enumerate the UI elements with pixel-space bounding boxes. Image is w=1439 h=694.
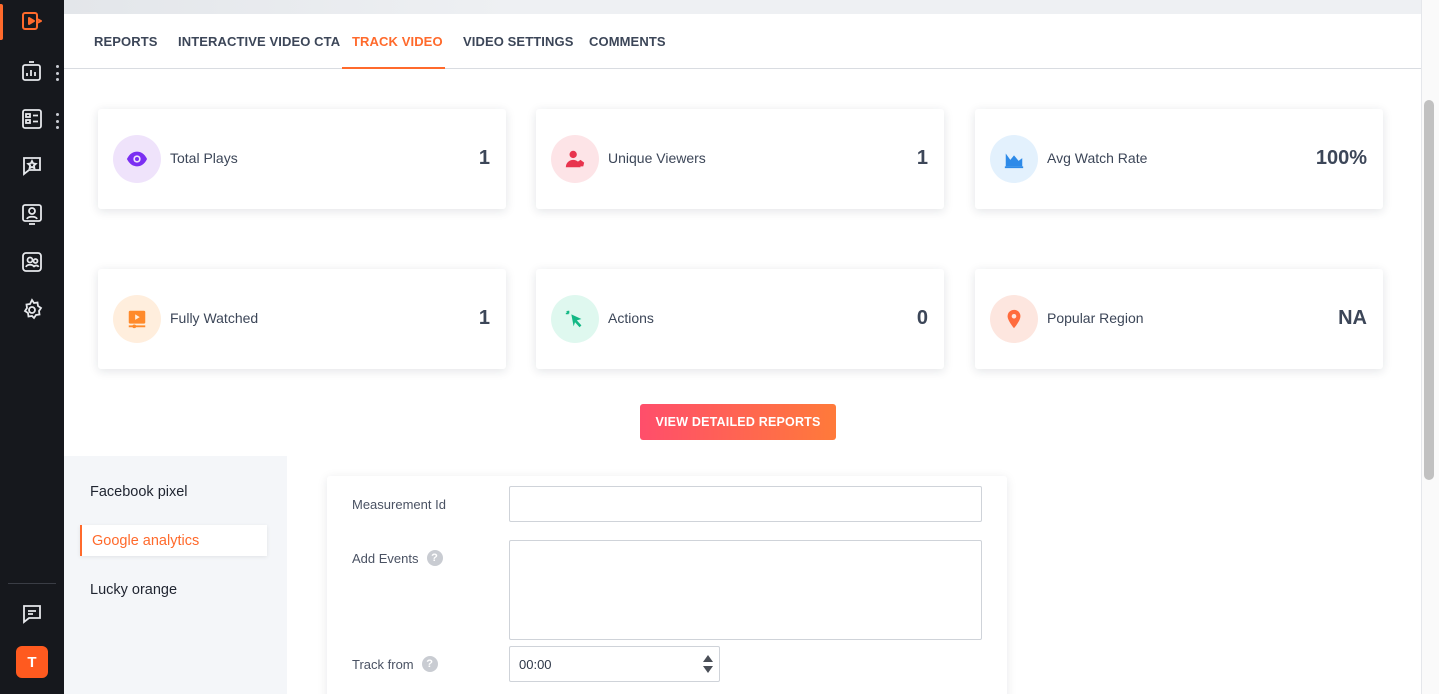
team-icon[interactable] [18,248,46,276]
eye-icon [113,135,161,183]
stat-value: 100% [1315,147,1367,169]
active-nav-indicator [0,4,3,40]
stat-value: 1 [478,307,490,329]
tab-bar: REPORTS INTERACTIVE VIDEO CTA TRACK VIDE… [64,14,1421,69]
integration-lucky-orange[interactable]: Lucky orange [90,582,177,598]
presenter-icon[interactable] [18,200,46,228]
track-from-value[interactable]: 00:00 [519,657,552,672]
integration-facebook-pixel[interactable]: Facebook pixel [90,484,188,500]
page-scrollbar-thumb[interactable] [1424,100,1434,480]
add-events-label: Add Events ? [352,550,443,566]
decrement-arrow-icon[interactable] [703,666,713,673]
cursor-click-icon [551,295,599,343]
user-avatar[interactable]: T [16,646,48,678]
stat-card-fully-watched: Fully Watched 1 [98,269,506,369]
video-play-icon [113,295,161,343]
stat-value: 1 [916,147,928,169]
view-detailed-reports-button[interactable]: VIEW DETAILED REPORTS [640,404,836,440]
area-chart-icon [990,135,1038,183]
stat-value: 1 [478,147,490,169]
tab-reports[interactable]: REPORTS [94,14,158,69]
add-events-label-text: Add Events [352,550,419,566]
settings-gear-icon[interactable] [18,296,46,324]
analytics-more-icon[interactable] [54,65,60,81]
stat-label: Total Plays [170,150,238,166]
stepper-arrows[interactable] [703,653,713,675]
stat-label: Popular Region [1047,310,1144,326]
stat-card-actions: Actions 0 [536,269,944,369]
stat-label: Fully Watched [170,310,259,326]
analytics-icon[interactable] [18,58,46,86]
map-pin-icon [990,295,1038,343]
stat-label: Unique Viewers [608,150,706,166]
measurement-id-label-text: Measurement Id [352,497,446,512]
stat-card-unique-viewers: Unique Viewers 1 [536,109,944,209]
top-preview-fade [64,0,514,14]
integration-google-analytics[interactable]: Google analytics [80,525,267,556]
forms-icon[interactable] [18,105,46,133]
stat-card-total-plays: Total Plays 1 [98,109,506,209]
tab-video-settings[interactable]: VIDEO SETTINGS [463,14,573,69]
integration-list: Facebook pixel Google analytics Lucky or… [64,456,287,694]
increment-arrow-icon[interactable] [703,655,713,662]
sidebar-divider [8,583,56,584]
forms-more-icon[interactable] [54,113,60,129]
track-from-label-text: Track from [352,656,414,672]
reviews-icon[interactable] [18,152,46,180]
stat-label: Actions [608,310,654,326]
help-icon[interactable]: ? [421,656,438,672]
video-library-icon[interactable] [18,8,46,36]
stat-card-avg-watch-rate: Avg Watch Rate 100% [975,109,1383,209]
stat-card-popular-region: Popular Region NA [975,269,1383,369]
measurement-id-label: Measurement Id [352,497,446,512]
app-sidebar: T [0,0,64,694]
tab-track-video[interactable]: TRACK VIDEO [352,14,443,69]
measurement-id-input[interactable] [509,486,982,522]
chat-support-icon[interactable] [18,600,46,628]
active-tab-underline [342,67,445,69]
help-icon[interactable]: ? [426,550,443,566]
add-events-textarea[interactable] [509,540,982,640]
track-from-label: Track from ? [352,656,438,672]
tab-comments[interactable]: COMMENTS [589,14,666,69]
stat-value: 0 [916,307,928,329]
google-analytics-form: Measurement Id Add Events ? Track from ?… [327,476,1007,694]
stat-label: Avg Watch Rate [1047,150,1148,166]
track-from-stepper[interactable]: 00:00 [509,646,720,682]
stat-value: NA [1338,307,1367,329]
users-icon [551,135,599,183]
tab-interactive-video-cta[interactable]: INTERACTIVE VIDEO CTA [178,14,340,69]
